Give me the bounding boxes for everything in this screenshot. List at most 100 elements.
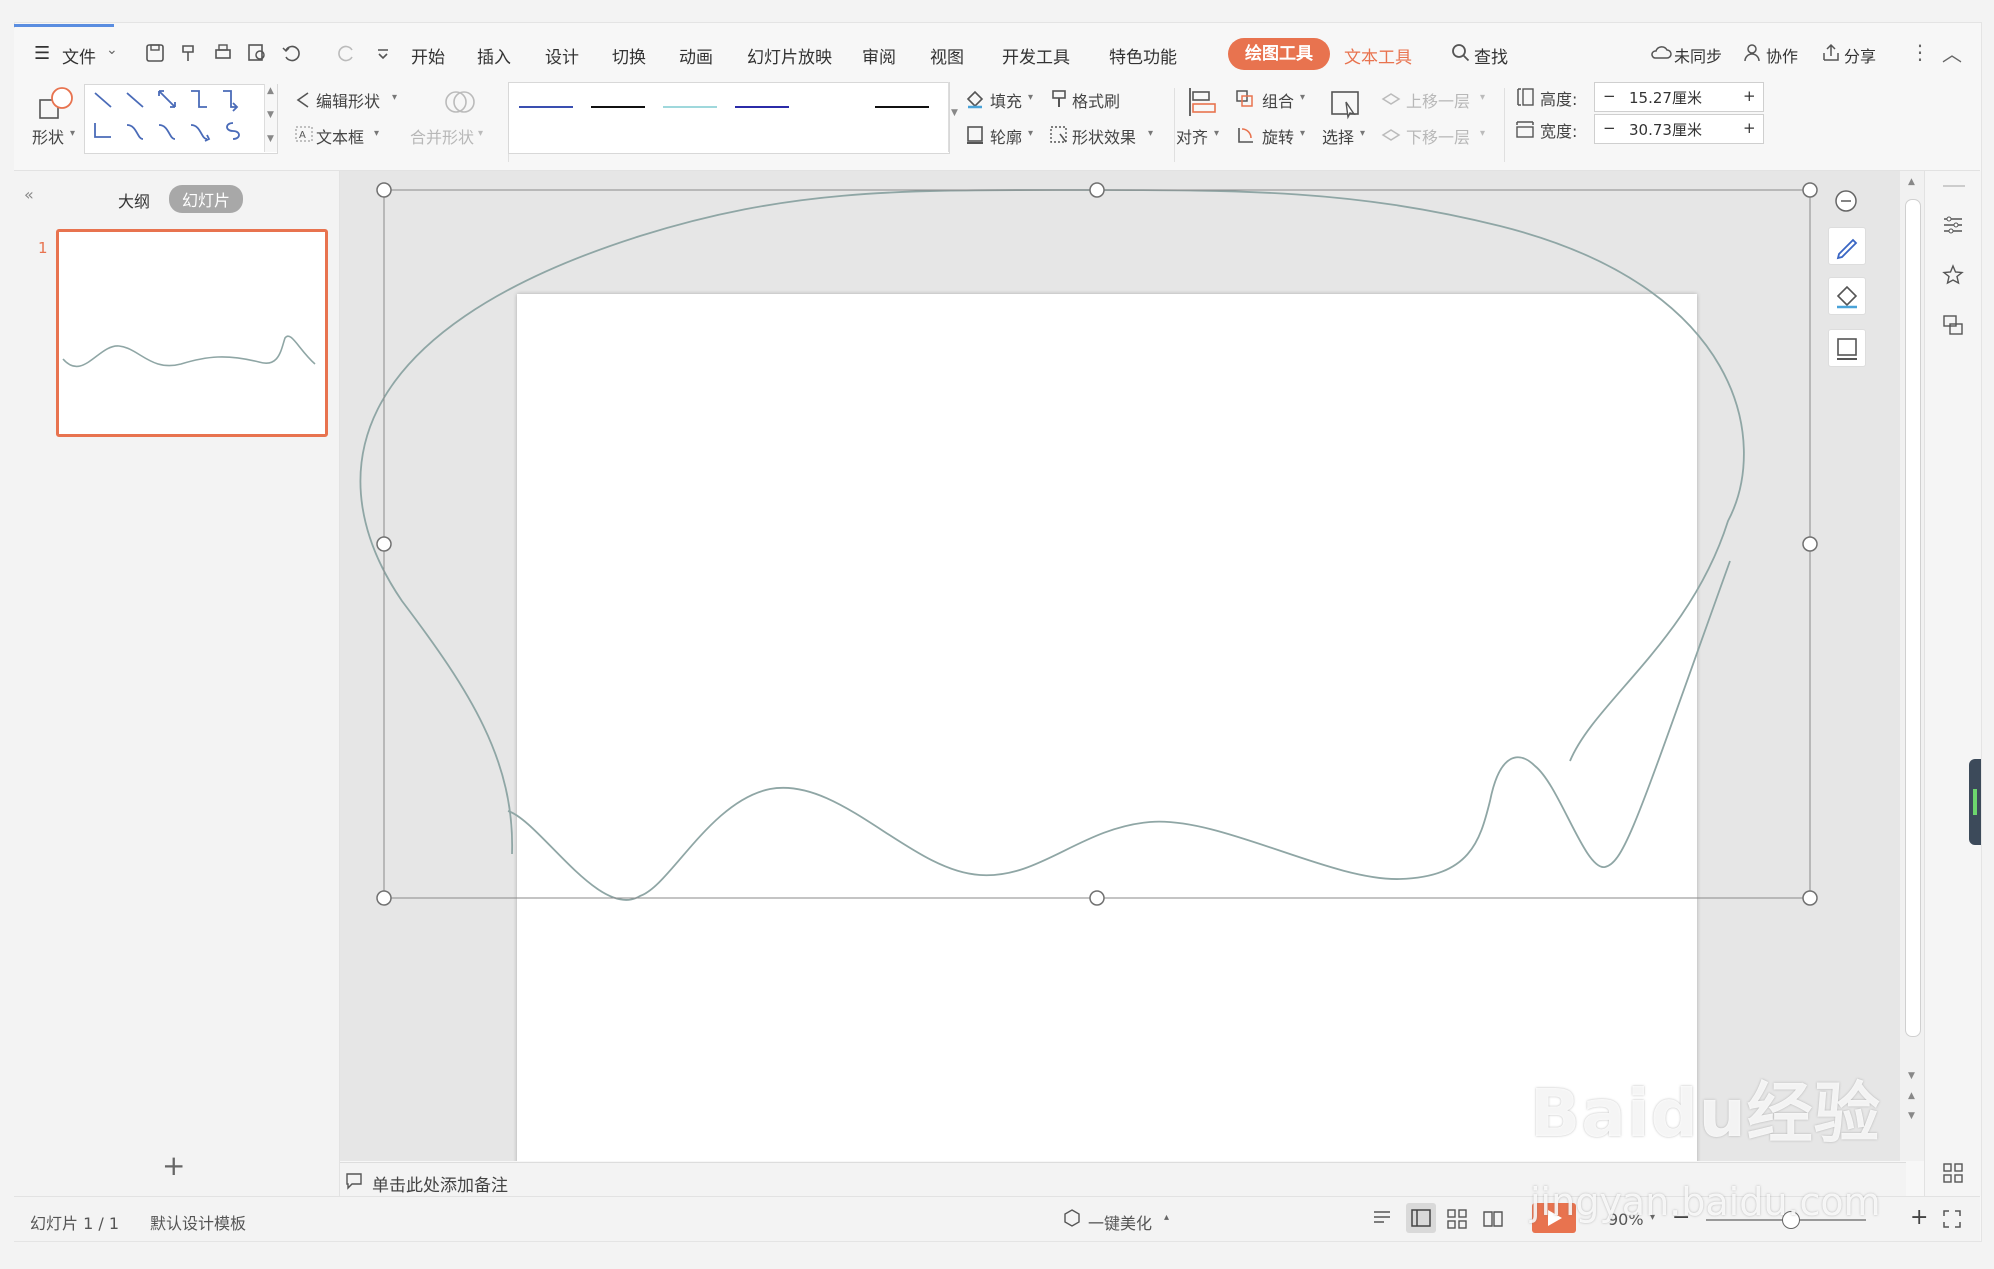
outline-icon bbox=[967, 126, 983, 144]
caret-icon: ▾ bbox=[70, 128, 76, 139]
tab-design[interactable]: 设计 bbox=[545, 43, 579, 68]
tab-home[interactable]: 开始 bbox=[411, 43, 445, 68]
sync-status[interactable]: 未同步 bbox=[1674, 43, 1722, 67]
transition-icon[interactable] bbox=[1941, 313, 1965, 337]
fill-button[interactable]: 填充 bbox=[990, 88, 1022, 112]
menu-bar: ☰ 文件 ⌄ 开始 插入 设计 切换 动画 幻灯片放映 审阅 视图 开发工具 特… bbox=[14, 28, 1980, 80]
align-button[interactable]: 对齐 bbox=[1176, 124, 1208, 148]
height-plus-button[interactable]: + bbox=[1743, 87, 1756, 105]
send-backward-button[interactable]: 下移一层 bbox=[1406, 124, 1470, 148]
normal-view-button[interactable] bbox=[1406, 1203, 1436, 1233]
beautify-button[interactable]: 一键美化 bbox=[1088, 1210, 1152, 1234]
template-name[interactable]: 默认设计模板 bbox=[150, 1210, 246, 1234]
merge-shape-button[interactable]: 合并形状 bbox=[410, 124, 474, 148]
slide-sorter-icon[interactable] bbox=[1446, 1208, 1468, 1230]
fit-window-icon[interactable] bbox=[1942, 1209, 1962, 1229]
customize-toolbar-icon[interactable] bbox=[372, 42, 394, 64]
height-stepper[interactable]: − 15.27厘米 + bbox=[1594, 82, 1764, 112]
fill-tool-button[interactable] bbox=[1828, 277, 1866, 315]
print-preview-icon[interactable] bbox=[246, 42, 268, 64]
height-minus-button[interactable]: − bbox=[1603, 87, 1616, 105]
group-button[interactable]: 组合 bbox=[1262, 88, 1294, 112]
tab-drawing-tools[interactable]: 绘图工具 bbox=[1228, 38, 1330, 70]
properties-icon[interactable] bbox=[1941, 213, 1965, 237]
shapes-button[interactable]: 形状 bbox=[32, 124, 64, 148]
width-stepper[interactable]: − 30.73厘米 + bbox=[1594, 114, 1764, 144]
tab-slides[interactable]: 幻灯片 bbox=[169, 185, 244, 213]
slide-panel: « 大纲 幻灯片 1 + bbox=[14, 171, 340, 1196]
shape-effect-button[interactable]: 形状效果 bbox=[1072, 124, 1136, 148]
vertical-scrollbar[interactable]: ▲ ▼ ▲ ▼ bbox=[1900, 171, 1924, 1161]
line-shape-gallery[interactable] bbox=[84, 84, 278, 154]
reading-view-icon[interactable] bbox=[1482, 1208, 1504, 1230]
tab-slideshow[interactable]: 幻灯片放映 bbox=[747, 43, 832, 68]
redo-icon[interactable] bbox=[336, 42, 358, 64]
width-minus-button[interactable]: − bbox=[1603, 119, 1616, 137]
select-button[interactable]: 选择 bbox=[1322, 124, 1354, 148]
share-button[interactable]: 分享 bbox=[1844, 43, 1876, 67]
hamburger-icon[interactable]: ☰ bbox=[34, 43, 50, 64]
prev-page-icon[interactable]: ▲ bbox=[1908, 1091, 1915, 1101]
watermark-url: jingyan.baidu.com bbox=[1530, 1180, 1881, 1224]
caret-icon: ▾ bbox=[1480, 92, 1486, 103]
search-button[interactable]: 查找 bbox=[1474, 43, 1508, 68]
tab-transition[interactable]: 切换 bbox=[612, 43, 646, 68]
tab-animation[interactable]: 动画 bbox=[679, 43, 713, 68]
format-painter-button[interactable]: 格式刷 bbox=[1072, 88, 1120, 112]
caret-icon: ▾ bbox=[478, 128, 484, 139]
grid-icon[interactable] bbox=[1941, 1161, 1965, 1185]
tab-view[interactable]: 视图 bbox=[930, 43, 964, 68]
zoom-in-button[interactable]: + bbox=[1910, 1205, 1928, 1230]
tab-review[interactable]: 审阅 bbox=[862, 43, 896, 68]
edit-shape-icon bbox=[296, 92, 309, 108]
scroll-down-icon[interactable]: ▼ bbox=[1908, 1071, 1915, 1081]
line-style-gallery[interactable] bbox=[508, 82, 950, 154]
tab-insert[interactable]: 插入 bbox=[477, 43, 511, 68]
slide-thumbnail[interactable] bbox=[56, 229, 328, 437]
undo-icon[interactable] bbox=[280, 42, 302, 64]
bring-forward-button[interactable]: 上移一层 bbox=[1406, 88, 1470, 112]
print-icon[interactable] bbox=[212, 42, 234, 64]
collapse-panel-icon[interactable]: « bbox=[24, 185, 34, 204]
width-plus-button[interactable]: + bbox=[1743, 119, 1756, 137]
pen-icon bbox=[1836, 238, 1858, 260]
ribbon-separator bbox=[1174, 88, 1175, 162]
tab-features[interactable]: 特色功能 bbox=[1109, 43, 1177, 68]
gallery-scroll[interactable]: ▲ ▼ ▼ bbox=[264, 84, 277, 152]
width-value[interactable]: 30.73厘米 bbox=[1629, 119, 1702, 140]
cloud-icon bbox=[1651, 46, 1672, 59]
outline-button[interactable]: 轮廓 bbox=[990, 124, 1022, 148]
tab-text-tools[interactable]: 文本工具 bbox=[1344, 43, 1412, 68]
scroll-thumb[interactable] bbox=[1905, 199, 1921, 1037]
sidebar-slider-tab[interactable] bbox=[1969, 759, 1981, 845]
caret-icon: ▾ bbox=[1214, 128, 1220, 139]
file-menu[interactable]: 文件 bbox=[62, 43, 96, 68]
height-value[interactable]: 15.27厘米 bbox=[1629, 87, 1702, 108]
edit-shape-button[interactable]: 编辑形状 bbox=[316, 88, 380, 112]
star-animation-icon[interactable] bbox=[1941, 263, 1965, 287]
save-icon[interactable] bbox=[144, 42, 166, 64]
search-icon[interactable] bbox=[1450, 42, 1472, 64]
style-gallery-scroll[interactable]: ▼ bbox=[948, 82, 961, 152]
collapse-ribbon-icon[interactable]: ︿ bbox=[1942, 38, 1962, 67]
pen-tool-button[interactable] bbox=[1828, 227, 1866, 265]
collab-button[interactable]: 协作 bbox=[1766, 43, 1798, 67]
notes-toggle-icon[interactable] bbox=[1372, 1208, 1396, 1228]
rotate-button[interactable]: 旋转 bbox=[1262, 124, 1294, 148]
tab-developer[interactable]: 开发工具 bbox=[1002, 43, 1070, 68]
share-icon bbox=[1823, 43, 1839, 61]
textbox-button[interactable]: 文本框 bbox=[316, 124, 364, 148]
notes-placeholder[interactable]: 单击此处添加备注 bbox=[372, 1171, 508, 1196]
tab-outline[interactable]: 大纲 bbox=[118, 188, 150, 212]
more-options-icon[interactable]: ⋮ bbox=[1910, 40, 1930, 64]
minus-circle-icon[interactable] bbox=[1834, 189, 1858, 213]
next-page-icon[interactable]: ▼ bbox=[1908, 1111, 1915, 1121]
selected-freeform-shape[interactable] bbox=[340, 171, 1906, 1161]
outline-tool-button[interactable] bbox=[1828, 329, 1866, 367]
add-slide-button[interactable]: + bbox=[162, 1149, 185, 1182]
caret-icon: ▾ bbox=[1480, 128, 1486, 139]
format-paint-icon[interactable] bbox=[178, 42, 200, 64]
shapes-icon[interactable] bbox=[36, 84, 76, 124]
slide-canvas[interactable] bbox=[340, 171, 1906, 1161]
scroll-up-icon[interactable]: ▲ bbox=[1908, 177, 1915, 187]
